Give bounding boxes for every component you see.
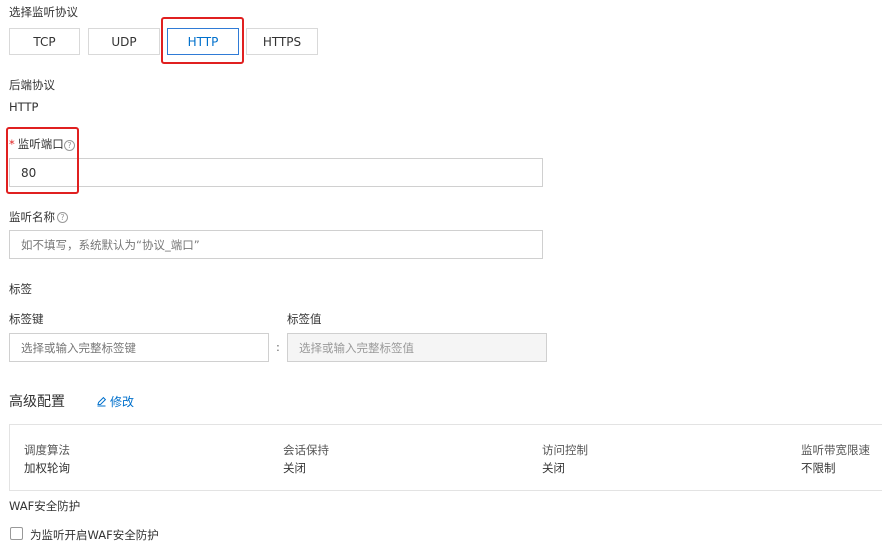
advanced-config-panel xyxy=(9,424,882,491)
waf-title: WAF安全防护 xyxy=(9,499,81,513)
port-input[interactable]: 80 xyxy=(9,158,543,187)
port-highlight-box xyxy=(6,127,79,194)
tag-value-label: 标签值 xyxy=(287,312,322,326)
listener-name-input[interactable]: 如不填写，系统默认为“协议_端口” xyxy=(9,230,543,259)
tags-title: 标签 xyxy=(9,282,32,296)
protocol-tcp-button[interactable]: TCP xyxy=(9,28,80,55)
access-control-value: 关闭 xyxy=(542,461,565,475)
backend-protocol-value: HTTP xyxy=(9,100,39,114)
listener-name-label: 监听名称 xyxy=(9,210,55,224)
tag-value-input[interactable]: 选择或输入完整标签值 xyxy=(287,333,547,362)
scheduling-title: 调度算法 xyxy=(24,443,70,457)
tag-separator: : xyxy=(276,340,280,354)
advanced-edit-link[interactable]: 修改 xyxy=(96,393,134,410)
bandwidth-limit-title: 监听带宽限速 xyxy=(801,443,870,457)
advanced-config-title: 高级配置 xyxy=(9,394,65,410)
waf-checkbox[interactable] xyxy=(10,527,23,540)
bandwidth-limit-value: 不限制 xyxy=(801,461,836,475)
session-persistence-title: 会话保持 xyxy=(283,443,329,457)
backend-protocol-label: 后端协议 xyxy=(9,78,55,92)
tag-key-input[interactable]: 选择或输入完整标签键 xyxy=(9,333,269,362)
pencil-icon xyxy=(97,396,107,407)
question-circle-icon[interactable]: ? xyxy=(57,212,68,223)
protocol-label: 选择监听协议 xyxy=(9,5,78,19)
http-highlight-box xyxy=(161,17,244,64)
tag-key-label: 标签键 xyxy=(9,312,44,326)
advanced-edit-label: 修改 xyxy=(110,395,135,409)
waf-checkbox-label[interactable]: 为监听开启WAF安全防护 xyxy=(30,527,159,543)
protocol-udp-button[interactable]: UDP xyxy=(88,28,160,55)
protocol-https-button[interactable]: HTTPS xyxy=(246,28,318,55)
session-persistence-value: 关闭 xyxy=(283,461,306,475)
scheduling-value: 加权轮询 xyxy=(24,461,70,475)
access-control-title: 访问控制 xyxy=(542,443,588,457)
